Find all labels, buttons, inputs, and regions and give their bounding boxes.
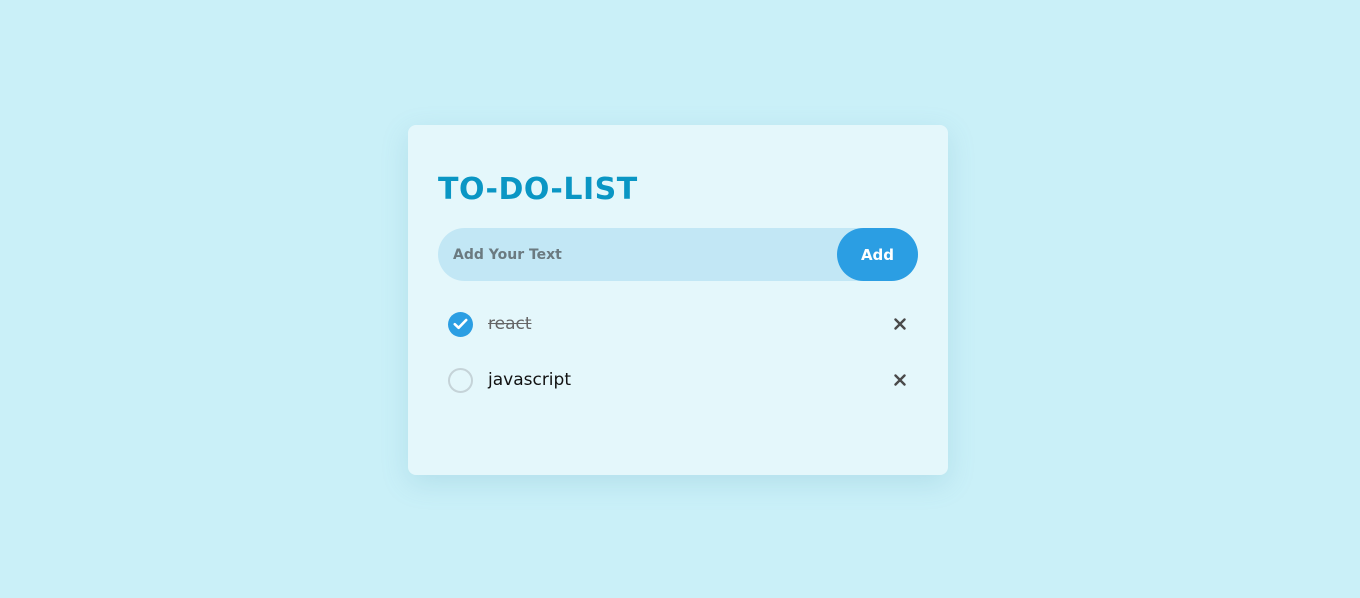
todo-list: react javascript <box>438 296 918 408</box>
add-button[interactable]: Add <box>837 228 918 281</box>
close-icon[interactable] <box>890 314 910 334</box>
close-icon[interactable] <box>890 370 910 390</box>
todo-item-label: javascript <box>488 370 571 390</box>
todo-item-label: react <box>488 314 532 334</box>
page-title: TO-DO-LIST <box>438 172 638 207</box>
todo-item-javascript[interactable]: javascript <box>438 352 918 408</box>
check-circle-icon[interactable] <box>448 311 473 337</box>
todo-item-react[interactable]: react <box>438 296 918 352</box>
add-todo-form: Add <box>438 227 918 282</box>
todo-input[interactable] <box>438 227 837 282</box>
todo-card: TO-DO-LIST Add react javascript <box>408 125 948 475</box>
empty-circle-icon[interactable] <box>448 367 473 393</box>
